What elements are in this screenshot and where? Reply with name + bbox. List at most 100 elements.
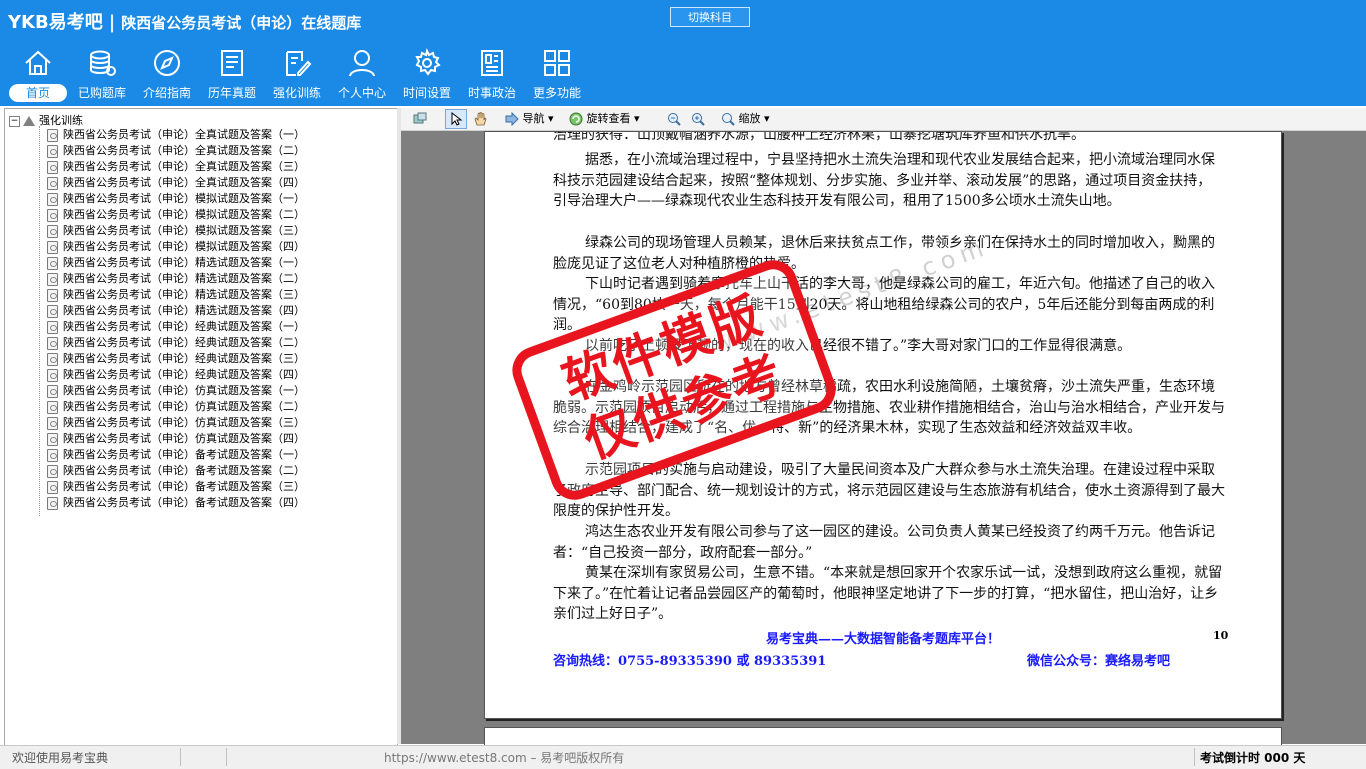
- zoom-in-icon[interactable]: [691, 111, 705, 127]
- tree-root[interactable]: − 强化训练: [9, 112, 83, 127]
- zoom-label: 缩放: [738, 112, 761, 125]
- logo-text: YKB易考吧: [8, 12, 103, 33]
- document-icon: [47, 400, 58, 414]
- document-paragraph: 据悉，在小流域治理过程中，宁县坚持把水土流失治理和现代农业发展结合起来，把小流域…: [553, 152, 1215, 210]
- document-paragraph: 黄某在深圳有家贸易公司，生意不错。“本来就是想回家开个农家乐试一试，没想到政府这…: [553, 565, 1223, 623]
- document-paragraph: 鸿达生态农业开发有限公司参与了这一园区的建设。公司负责人黄某已经投资了约两千万元…: [553, 524, 1215, 561]
- tree-item[interactable]: 陕西省公务员考试（申论）全真试题及答案（一）: [47, 127, 305, 143]
- nav-label: 强化训练: [272, 86, 321, 100]
- tree-item-label: 陕西省公务员考试（申论）精选试题及答案（四）: [63, 304, 305, 317]
- tree-item[interactable]: 陕西省公务员考试（申论）模拟试题及答案（三）: [47, 223, 305, 239]
- tree-item[interactable]: 陕西省公务员考试（申论）全真试题及答案（四）: [47, 175, 305, 191]
- nav-current-affairs[interactable]: 时事政治: [461, 46, 523, 104]
- viewer-toolbar: 导航 ▾ 旋转查看 ▾ 缩放 ▾: [401, 108, 1366, 131]
- app-title: YKB易考吧 | 陕西省公务员考试（申论）在线题库: [8, 12, 362, 33]
- nav-label: 已购题库: [77, 86, 126, 100]
- tree-item-label: 陕西省公务员考试（申论）全真试题及答案（四）: [63, 176, 305, 189]
- switch-subject-button[interactable]: 切换科目: [670, 7, 750, 27]
- tree-item[interactable]: 陕西省公务员考试（申论）仿真试题及答案（一）: [47, 383, 305, 399]
- gear-icon: [415, 48, 441, 76]
- select-tool-icon[interactable]: [445, 109, 467, 129]
- tree-item-label: 陕西省公务员考试（申论）全真试题及答案（三）: [63, 160, 305, 173]
- zoom-out-icon[interactable]: [667, 111, 681, 127]
- tree-item-label: 陕西省公务员考试（申论）备考试题及答案（三）: [63, 480, 305, 493]
- tree-item-label: 陕西省公务员考试（申论）仿真试题及答案（三）: [63, 416, 305, 429]
- zoom-menu[interactable]: 缩放 ▾: [721, 111, 770, 127]
- home-icon: [25, 50, 51, 75]
- document-icon: [47, 144, 58, 158]
- nav-home[interactable]: 首页: [7, 46, 69, 104]
- nav-purchased[interactable]: 已购题库: [71, 46, 133, 104]
- navigate-menu[interactable]: 导航 ▾: [505, 111, 554, 127]
- tree-item[interactable]: 陕西省公务员考试（申论）经典试题及答案（三）: [47, 351, 305, 367]
- document-icon: [47, 256, 58, 270]
- nav-guide[interactable]: 介绍指南: [136, 46, 198, 104]
- hand-tool-icon[interactable]: [473, 111, 487, 127]
- tree-item-label: 陕西省公务员考试（申论）仿真试题及答案（一）: [63, 384, 305, 397]
- tree-item-label: 陕西省公务员考试（申论）备考试题及答案（二）: [63, 464, 305, 477]
- tree-item-label: 陕西省公务员考试（申论）精选试题及答案（一）: [63, 256, 305, 269]
- folder-icon: [23, 116, 35, 126]
- compass-icon: [154, 50, 180, 76]
- document-icon: [47, 416, 58, 430]
- nav-past-exams[interactable]: 历年真题: [201, 46, 263, 104]
- tree-item[interactable]: 陕西省公务员考试（申论）经典试题及答案（四）: [47, 367, 305, 383]
- tree-item[interactable]: 陕西省公务员考试（申论）全真试题及答案（三）: [47, 159, 305, 175]
- tree-item-label: 陕西省公务员考试（申论）备考试题及答案（一）: [63, 448, 305, 461]
- tree-item[interactable]: 陕西省公务员考试（申论）经典试题及答案（二）: [47, 335, 305, 351]
- rotate-menu[interactable]: 旋转查看 ▾: [569, 111, 640, 127]
- tree-root-label: 强化训练: [39, 114, 83, 127]
- document-icon: [47, 320, 58, 334]
- nav-profile[interactable]: 个人中心: [331, 46, 393, 104]
- question-tree: − 强化训练 陕西省公务员考试（申论）全真试题及答案（一） 陕西省公务员考试（申论）…: [4, 108, 398, 746]
- footer-slogan: 易考宝典——大数据智能备考题库平台！: [765, 632, 1000, 647]
- thumbnail-icon[interactable]: [413, 111, 427, 127]
- exam-title: 陕西省公务员考试（申论）在线题库: [121, 14, 362, 32]
- tree-item[interactable]: 陕西省公务员考试（申论）仿真试题及答案（三）: [47, 415, 305, 431]
- tree-item[interactable]: 陕西省公务员考试（申论）备考试题及答案（三）: [47, 479, 305, 495]
- zoom-icon: [722, 113, 735, 126]
- tree-item[interactable]: 陕西省公务员考试（申论）仿真试题及答案（四）: [47, 431, 305, 447]
- tree-item-label: 陕西省公务员考试（申论）仿真试题及答案（四）: [63, 432, 305, 445]
- document-icon: [47, 448, 58, 462]
- tree-item[interactable]: 陕西省公务员考试（申论）精选试题及答案（二）: [47, 271, 305, 287]
- document-icon: [47, 480, 58, 494]
- document-icon: [47, 464, 58, 478]
- countdown-text: 考试倒计时 000 天: [1200, 751, 1306, 765]
- tree-item[interactable]: 陕西省公务员考试（申论）精选试题及答案（三）: [47, 287, 305, 303]
- tree-item[interactable]: 陕西省公务员考试（申论）模拟试题及答案（一）: [47, 191, 305, 207]
- document-icon: [47, 192, 58, 206]
- collapse-icon[interactable]: −: [9, 115, 20, 127]
- edit-icon: [286, 51, 312, 76]
- tree-item[interactable]: 陕西省公务员考试（申论）备考试题及答案（四）: [47, 495, 305, 511]
- grid-icon: [544, 50, 570, 76]
- nav-time-settings[interactable]: 时间设置: [396, 46, 458, 104]
- tree-item-label: 陕西省公务员考试（申论）模拟试题及答案（二）: [63, 208, 305, 221]
- tree-item[interactable]: 陕西省公务员考试（申论）仿真试题及答案（二）: [47, 399, 305, 415]
- tree-item-label: 陕西省公务员考试（申论）全真试题及答案（一）: [63, 128, 305, 141]
- tree-item[interactable]: 陕西省公务员考试（申论）精选试题及答案（四）: [47, 303, 305, 319]
- tree-item[interactable]: 陕西省公务员考试（申论）全真试题及答案（二）: [47, 143, 305, 159]
- document-icon: [47, 432, 58, 446]
- tree-item-label: 陕西省公务员考试（申论）模拟试题及答案（一）: [63, 192, 305, 205]
- nav-more[interactable]: 更多功能: [526, 46, 588, 104]
- tree-item[interactable]: 陕西省公务员考试（申论）精选试题及答案（一）: [47, 255, 305, 271]
- tree-item[interactable]: 陕西省公务员考试（申论）备考试题及答案（一）: [47, 447, 305, 463]
- document-icon: [47, 176, 58, 190]
- document-icon: [47, 496, 58, 510]
- document-icon: [47, 288, 58, 302]
- nav-label: 个人中心: [337, 86, 386, 100]
- tree-item[interactable]: 陕西省公务员考试（申论）备考试题及答案（二）: [47, 463, 305, 479]
- news-icon: [481, 50, 503, 76]
- document-icon: [47, 240, 58, 254]
- hotline-text: 咨询热线：0755-89335390 或 89335391: [553, 654, 827, 669]
- tree-item-label: 陕西省公务员考试（申论）全真试题及答案（二）: [63, 144, 305, 157]
- welcome-text: 欢迎使用易考宝典: [12, 751, 109, 765]
- document-icon: [47, 304, 58, 318]
- tree-item[interactable]: 陕西省公务员考试（申论）模拟试题及答案（四）: [47, 239, 305, 255]
- tree-item-label: 陕西省公务员考试（申论）模拟试题及答案（三）: [63, 224, 305, 237]
- tree-item-label: 陕西省公务员考试（申论）备考试题及答案（四）: [63, 496, 305, 509]
- tree-item[interactable]: 陕西省公务员考试（申论）经典试题及答案（一）: [47, 319, 305, 335]
- tree-item[interactable]: 陕西省公务员考试（申论）模拟试题及答案（二）: [47, 207, 305, 223]
- nav-training[interactable]: 强化训练: [266, 46, 328, 104]
